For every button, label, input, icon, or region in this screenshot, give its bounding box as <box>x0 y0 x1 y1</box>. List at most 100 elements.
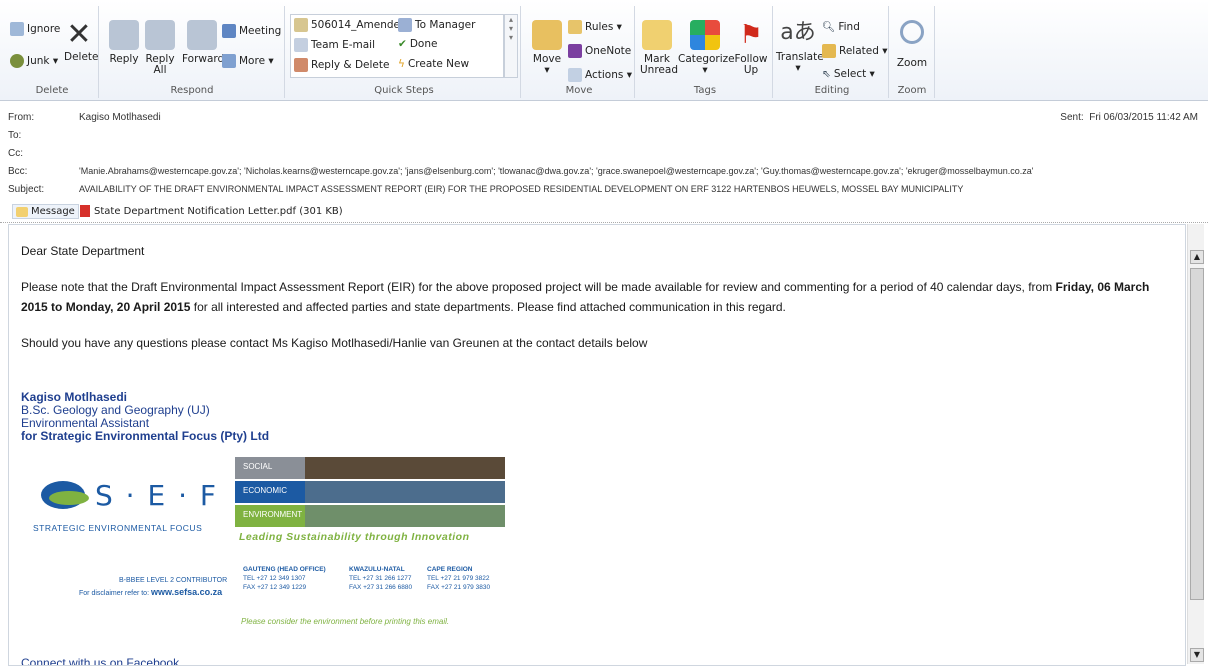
attachment-bar: Message State Department Notification Le… <box>0 200 1208 223</box>
translate-icon: aあ <box>780 20 816 45</box>
ignore-icon <box>10 22 24 36</box>
rules-icon <box>568 20 582 34</box>
greeting: Dear State Department <box>21 244 145 258</box>
binoculars-icon: 🔍︎ <box>822 21 836 33</box>
forward-icon <box>398 18 412 32</box>
move-group: Move ▾ Rules ▾ OneNote Actions ▾ Move <box>524 6 635 98</box>
banner-economic: ECONOMIC <box>235 481 505 503</box>
scroll-thumb[interactable] <box>1190 268 1204 600</box>
bcc-label: Bcc: <box>8 166 28 177</box>
mark-unread-button[interactable]: Mark Unread <box>640 20 678 76</box>
reply-delete-icon <box>294 58 308 72</box>
banner-environment: ENVIRONMENT <box>235 505 505 527</box>
more-button[interactable]: More ▾ <box>222 54 274 68</box>
message-body: Dear State Department Please note that t… <box>8 224 1186 666</box>
chevron-down-icon: ▾ <box>544 64 550 76</box>
office-kzn: KWAZULU-NATAL TEL +27 31 266 1277 FAX +27 … <box>349 566 413 591</box>
onenote-button[interactable]: OneNote <box>568 44 631 58</box>
message-icon <box>16 206 28 217</box>
related-button[interactable]: Related ▾ <box>822 44 888 58</box>
disclaimer: For disclaimer refer to: www.sefsa.co.za <box>79 587 223 597</box>
checkmark-icon: ✔ <box>398 38 407 50</box>
move-folder-icon <box>532 20 562 50</box>
categorize-button[interactable]: Categorize ▾ <box>678 20 735 76</box>
sef-brand: S · E · F <box>95 479 218 512</box>
bcc-value[interactable]: 'Manie.Abrahams@westerncape.gov.za'; 'Ni… <box>79 166 1033 176</box>
to-label: To: <box>8 130 22 141</box>
delete-button[interactable]: ✕ Delete <box>64 17 99 63</box>
calendar-icon <box>222 24 236 38</box>
chevron-down-icon: ▾ <box>795 62 801 74</box>
ignore-button[interactable]: Ignore <box>10 22 60 36</box>
pdf-attachment[interactable]: State Department Notification Letter.pdf… <box>80 205 343 217</box>
rules-button[interactable]: Rules ▾ <box>568 20 622 34</box>
select-button[interactable]: ⇖ Select ▾ <box>822 68 875 80</box>
actions-icon <box>568 68 582 82</box>
quick-step-to-manager[interactable]: To Manager <box>398 18 475 32</box>
quick-steps-scroll[interactable]: ▴ ▾ ▾ <box>504 14 518 78</box>
chevron-down-icon: ▾ <box>878 45 888 57</box>
sef-brand-sub: STRATEGIC ENVIRONMENTAL FOCUS <box>33 523 203 533</box>
delete-group: Ignore Junk ▾ ✕ Delete Delete <box>6 6 99 98</box>
respond-group: Reply Reply All Forward Meeting More ▾ R… <box>100 6 285 98</box>
scroll-up-icon[interactable]: ▲ <box>1190 250 1204 264</box>
mail-icon <box>294 38 308 52</box>
quick-step-team-email[interactable]: Team E-mail <box>294 38 375 52</box>
document-icon <box>294 18 308 32</box>
office-gauteng: GAUTENG (HEAD OFFICE) TEL +27 12 349 1307… <box>243 566 326 591</box>
reply-button[interactable]: Reply <box>108 20 140 65</box>
ribbon: Ignore Junk ▾ ✕ Delete Delete Reply Repl… <box>0 0 1208 101</box>
chevron-down-icon: ▾ <box>613 21 622 33</box>
banner-social: SOCIAL <box>235 457 505 479</box>
zoom-group: Zoom Zoom <box>890 6 935 98</box>
from-value[interactable]: Kagiso Motlhasedi <box>79 112 161 123</box>
move-button[interactable]: Move ▾ <box>530 20 564 76</box>
junk-button[interactable]: Junk ▾ <box>10 54 58 68</box>
onenote-icon <box>568 44 582 58</box>
chevron-down-icon: ▾ <box>866 68 875 80</box>
vertical-scrollbar[interactable]: ▲ ▼ <box>1187 224 1204 664</box>
message-header: From: Kagiso Motlhasedi Sent: Fri 06/03/… <box>0 100 1208 200</box>
forward-button[interactable]: Forward <box>182 20 224 65</box>
cc-label: Cc: <box>8 148 23 159</box>
more-icon <box>222 54 236 68</box>
message-tab[interactable]: Message <box>12 204 79 219</box>
meeting-button[interactable]: Meeting <box>222 24 281 38</box>
translate-button[interactable]: aあ Translate ▾ <box>776 18 824 74</box>
reply-all-button[interactable]: Reply All <box>144 20 176 76</box>
sent-value: Fri 06/03/2015 11:42 AM <box>1089 112 1198 123</box>
from-label: From: <box>8 112 35 123</box>
cursor-icon: ⇖ <box>822 68 831 80</box>
paragraph-2: Should you have any questions please con… <box>21 336 648 350</box>
website-link[interactable]: www.sefsa.co.za <box>151 587 222 597</box>
quick-step-506014[interactable]: 506014_Amende... <box>294 18 410 32</box>
categorize-icon <box>690 20 720 50</box>
bbbee: B-BBEE LEVEL 2 CONTRIBUTOR <box>119 577 228 584</box>
scroll-down-icon[interactable]: ▼ <box>1190 648 1204 662</box>
facebook-link[interactable]: Connect with us on Facebook <box>21 657 179 666</box>
signature-company: for Strategic Environmental Focus (Pty) … <box>21 429 270 443</box>
tagline: Leading Sustainability through Innovatio… <box>239 531 470 543</box>
editing-group: aあ Translate ▾ 🔍︎ Find Related ▾ ⇖ Select … <box>776 6 889 98</box>
actions-button[interactable]: Actions ▾ <box>568 68 632 82</box>
pdf-icon <box>80 205 90 217</box>
subject-value: AVAILABILITY OF THE DRAFT ENVIRONMENTAL … <box>79 184 964 194</box>
follow-up-button[interactable]: ⚑ Follow Up <box>734 20 768 76</box>
reply-icon <box>109 20 139 50</box>
lightning-icon: ϟ <box>398 58 405 70</box>
close-icon: ✕ <box>66 17 92 52</box>
quick-step-reply-delete[interactable]: Reply & Delete <box>294 58 389 72</box>
envelope-icon <box>642 20 672 50</box>
zoom-button[interactable]: Zoom <box>894 20 930 69</box>
office-cape: CAPE REGION TEL +27 21 979 3822 FAX +27 21… <box>427 566 491 591</box>
paragraph-1: Please note that the Draft Environmental… <box>21 280 1150 314</box>
quick-steps-group: 506014_Amende... Team E-mail Reply & Del… <box>288 6 521 98</box>
related-icon <box>822 44 836 58</box>
quick-step-create-new[interactable]: ϟ Create New <box>398 58 469 70</box>
chevron-down-icon: ▾ <box>265 55 274 67</box>
flag-icon: ⚑ <box>739 20 763 50</box>
quick-step-done[interactable]: ✔ Done <box>398 38 437 50</box>
magnifier-icon <box>900 20 924 44</box>
find-button[interactable]: 🔍︎ Find <box>822 20 860 34</box>
chevron-down-icon: ▾ <box>623 69 632 81</box>
